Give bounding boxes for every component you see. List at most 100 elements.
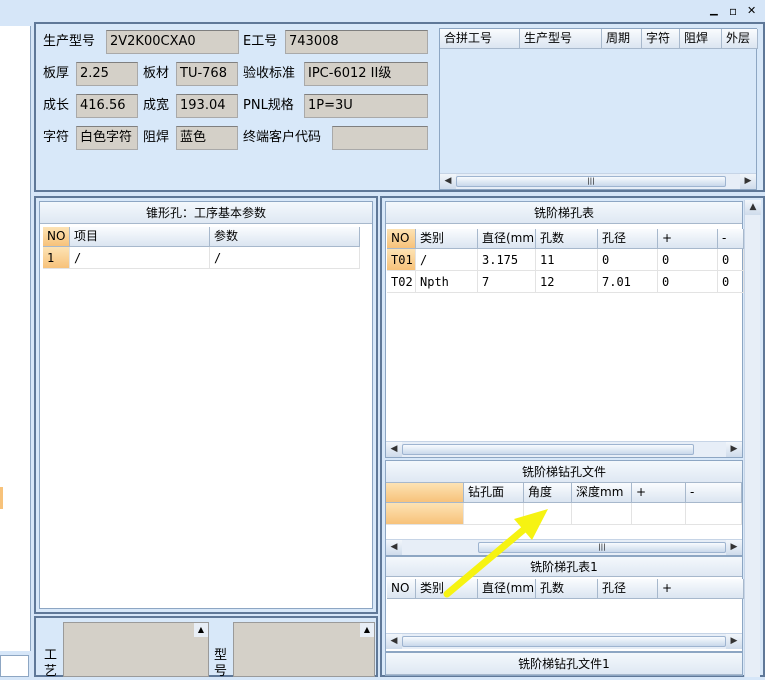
mill-cell[interactable]: 0	[598, 249, 658, 271]
drillfile-title: 铣阶梯钻孔文件	[386, 461, 742, 483]
mill-cell[interactable]: 0	[658, 271, 718, 293]
mill1-header-diameter[interactable]: 直径(mm)	[478, 579, 536, 599]
mill-cell[interactable]: 0	[658, 249, 718, 271]
merge-table: 合拼工号 生产型号 周期 字符 阻焊 外层 ◀ ||| ▶	[439, 28, 758, 190]
drillfile-cell[interactable]	[464, 503, 524, 525]
merge-hscrollbar[interactable]: ◀ ||| ▶	[440, 173, 756, 189]
mill1-title: 铣阶梯孔表1	[386, 557, 742, 577]
mill1-grid: NO 类别 直径(mm) 孔数 孔径 +	[387, 579, 744, 601]
merge-header-period[interactable]: 周期	[602, 29, 642, 49]
scroll-up-icon[interactable]: ▲	[360, 623, 374, 637]
scroll-left-icon[interactable]: ◀	[386, 540, 402, 555]
cone-header-item[interactable]: 项目	[70, 227, 210, 247]
pnl-label: PNL规格	[243, 98, 294, 113]
mill-header-count[interactable]: 孔数	[536, 229, 598, 249]
scroll-up-icon[interactable]: ▲	[194, 623, 208, 637]
mill-cell[interactable]: T01	[387, 249, 416, 271]
info-panel: 生产型号 2V2K00CXA0 E工号 743008 板厚 2.25 板材 TU…	[34, 22, 765, 192]
mill1-panel: 铣阶梯孔表1 NO 类别 直径(mm) 孔数 孔径 + ◀ ▶	[385, 556, 744, 652]
mill-cell[interactable]: 0	[718, 249, 744, 271]
scroll-left-icon[interactable]: ◀	[386, 442, 402, 457]
width-field[interactable]: 193.04	[176, 94, 238, 118]
drillfile-header-blank[interactable]	[386, 483, 464, 503]
cone-row-item[interactable]: /	[70, 247, 210, 269]
drillfile-cell[interactable]	[632, 503, 686, 525]
mill1-hscrollbar[interactable]: ◀ ▶	[386, 633, 742, 649]
scroll-thumb[interactable]	[402, 636, 726, 647]
close-icon[interactable]: ✕	[747, 2, 756, 20]
pnl-field[interactable]: 1P=3U	[304, 94, 428, 118]
mill-header-hole[interactable]: 孔径	[598, 229, 658, 249]
mill1-header-hole[interactable]: 孔径	[598, 579, 658, 599]
restore-icon[interactable]: ▫	[729, 2, 737, 20]
prod-model-field[interactable]: 2V2K00CXA0	[106, 30, 239, 54]
e-no-field[interactable]: 743008	[285, 30, 428, 54]
merge-header-outer[interactable]: 外层	[722, 29, 758, 49]
drillfile-cell[interactable]	[524, 503, 572, 525]
mill-cell[interactable]: 12	[536, 271, 598, 293]
mill-cell[interactable]: Npth	[416, 271, 478, 293]
mill1-header-no[interactable]: NO	[387, 579, 416, 599]
mill-header-minus[interactable]: -	[718, 229, 744, 249]
mill-cell[interactable]: 7	[478, 271, 536, 293]
material-field[interactable]: TU-768	[176, 62, 238, 86]
drillfile-header-angle[interactable]: 角度	[524, 483, 572, 503]
mill-cell[interactable]: 7.01	[598, 271, 658, 293]
cone-title: 锥形孔：工序基本参数	[40, 202, 372, 224]
drillfile-row-marker[interactable]	[386, 503, 464, 525]
scroll-up-icon[interactable]: ▲	[745, 200, 761, 215]
mill-cell[interactable]: 0	[718, 271, 744, 293]
cone-row-param[interactable]: /	[210, 247, 360, 269]
right-vscrollbar[interactable]: ▲	[744, 200, 761, 677]
prod-model-label: 生产型号	[43, 34, 96, 49]
model-list[interactable]: ▲	[233, 622, 375, 677]
mill-hscrollbar[interactable]: ◀ ▶	[386, 441, 742, 457]
merge-header-model[interactable]: 生产型号	[520, 29, 602, 49]
mill-cell[interactable]: T02	[387, 271, 416, 293]
drillfile-cell[interactable]	[572, 503, 632, 525]
scroll-thumb[interactable]: |||	[478, 542, 726, 553]
drillfile-header-minus[interactable]: -	[686, 483, 742, 503]
cone-grid: NO 项目 参数 1 / /	[43, 227, 360, 277]
merge-header-char[interactable]: 字符	[642, 29, 680, 49]
cone-row-no[interactable]: 1	[43, 247, 70, 269]
scroll-left-icon[interactable]: ◀	[386, 634, 402, 649]
thickness-field[interactable]: 2.25	[76, 62, 138, 86]
customer-field[interactable]	[332, 126, 428, 150]
mill-header-plus[interactable]: +	[658, 229, 718, 249]
scroll-right-icon[interactable]: ▶	[726, 540, 742, 555]
mill-header-diameter[interactable]: 直径(mm)	[478, 229, 536, 249]
scroll-right-icon[interactable]: ▶	[726, 442, 742, 457]
drillfile-hscrollbar[interactable]: ◀ ||| ▶	[386, 539, 742, 555]
drillfile-header-face[interactable]: 钻孔面	[464, 483, 524, 503]
window-controls: ▁ ▫ ✕	[700, 2, 762, 20]
cone-header-no[interactable]: NO	[43, 227, 70, 247]
drillfile-header-depth[interactable]: 深度mm	[572, 483, 632, 503]
mill1-header-count[interactable]: 孔数	[536, 579, 598, 599]
mill-cell[interactable]: 3.175	[478, 249, 536, 271]
length-field[interactable]: 416.56	[76, 94, 138, 118]
scroll-right-icon[interactable]: ▶	[726, 634, 742, 649]
mill-cell[interactable]: /	[416, 249, 478, 271]
char-label: 字符	[43, 130, 70, 145]
scroll-right-icon[interactable]: ▶	[740, 174, 756, 189]
drillfile-cell[interactable]	[686, 503, 742, 525]
drillfile-header-plus[interactable]: +	[632, 483, 686, 503]
merge-header-order[interactable]: 合拼工号	[440, 29, 520, 49]
mill-cell[interactable]: 11	[536, 249, 598, 271]
mask-field[interactable]: 蓝色	[176, 126, 238, 150]
minimize-icon[interactable]: ▁	[710, 2, 718, 20]
scroll-thumb[interactable]: |||	[456, 176, 726, 187]
process-list[interactable]: ▲	[63, 622, 209, 677]
mill1-header-plus[interactable]: +	[658, 579, 744, 599]
scroll-thumb[interactable]	[402, 444, 694, 455]
mill-header-type[interactable]: 类别	[416, 229, 478, 249]
scroll-left-icon[interactable]: ◀	[440, 174, 456, 189]
mill-header-no[interactable]: NO	[387, 229, 416, 249]
accept-field[interactable]: IPC-6012 II级	[304, 62, 428, 86]
cone-header-param[interactable]: 参数	[210, 227, 360, 247]
merge-header-mask[interactable]: 阻焊	[680, 29, 722, 49]
char-field[interactable]: 白色字符	[76, 126, 138, 150]
drillfile1-title: 铣阶梯钻孔文件1	[386, 653, 742, 675]
mill1-header-type[interactable]: 类别	[416, 579, 478, 599]
